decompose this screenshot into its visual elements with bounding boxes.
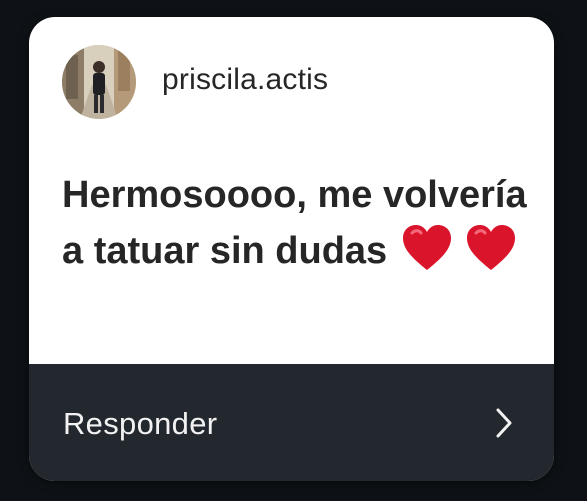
red-heart-icon	[466, 224, 516, 288]
red-heart-icon	[402, 224, 452, 288]
chevron-right-icon	[496, 408, 512, 438]
reply-label: Responder	[63, 406, 218, 441]
comment-message: Hermosoooo, me volvería a tatuar sin dud…	[62, 167, 532, 288]
avatar-photo	[62, 45, 136, 119]
comment-header: priscila.actis	[29, 17, 554, 147]
avatar[interactable]	[62, 45, 136, 119]
username[interactable]: priscila.actis	[162, 63, 328, 97]
reply-button[interactable]: Responder	[29, 364, 554, 481]
comment-card: priscila.actis Hermosoooo, me volvería a…	[29, 17, 554, 481]
